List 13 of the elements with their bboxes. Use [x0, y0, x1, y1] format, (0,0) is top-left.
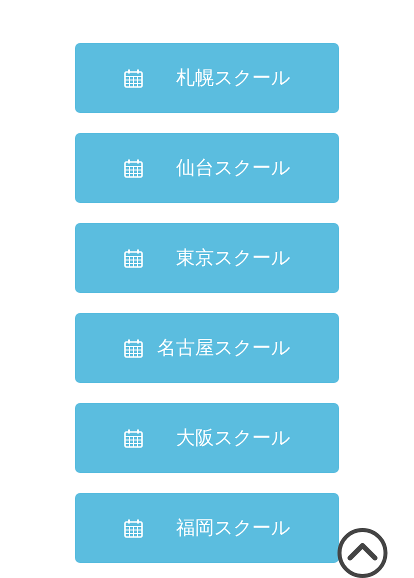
- calendar-icon: [124, 518, 143, 538]
- calendar-icon: [124, 428, 143, 448]
- scroll-to-top-icon[interactable]: [337, 528, 388, 578]
- school-button[interactable]: 大阪スクール: [75, 403, 339, 473]
- calendar-icon: [124, 68, 143, 88]
- school-button[interactable]: 仙台スクール: [75, 133, 339, 203]
- school-button[interactable]: 福岡スクール: [75, 493, 339, 563]
- school-button[interactable]: 東京スクール: [75, 223, 339, 293]
- calendar-icon: [124, 338, 143, 358]
- school-button[interactable]: 札幌スクール: [75, 43, 339, 113]
- calendar-icon: [124, 248, 143, 268]
- calendar-icon: [124, 158, 143, 178]
- school-button[interactable]: 名古屋スクール: [75, 313, 339, 383]
